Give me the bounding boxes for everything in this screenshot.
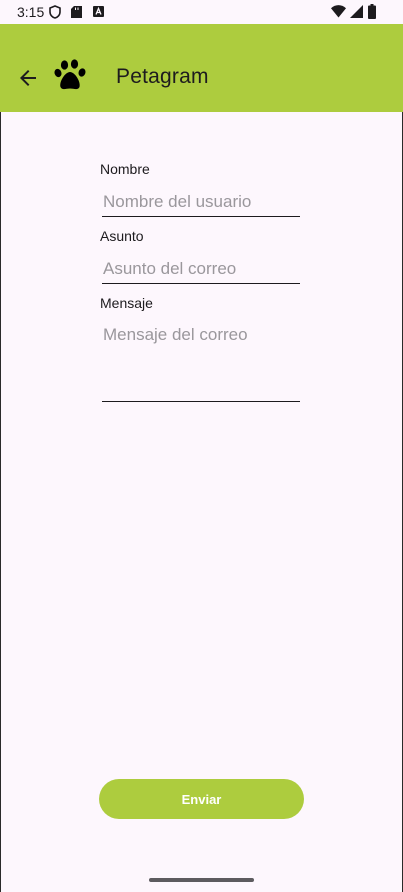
send-button[interactable]: Enviar xyxy=(99,779,304,819)
battery-icon xyxy=(368,4,376,19)
gesture-nav-handle[interactable] xyxy=(149,878,254,882)
arrow-back-icon[interactable] xyxy=(16,66,40,90)
keyboard-icon xyxy=(93,6,104,17)
message-label: Mensaje xyxy=(100,295,153,311)
subject-label: Asunto xyxy=(100,228,144,244)
app-bar: Petagram xyxy=(0,24,403,112)
message-textarea[interactable] xyxy=(102,318,300,402)
name-input[interactable] xyxy=(102,188,300,217)
wifi-icon xyxy=(331,5,346,18)
sd-card-icon xyxy=(71,6,82,18)
status-bar: 3:15 xyxy=(0,0,403,24)
shield-icon xyxy=(49,5,61,19)
paw-icon xyxy=(54,59,86,90)
subject-input[interactable] xyxy=(102,255,300,284)
cell-signal-icon xyxy=(350,5,363,18)
app-title: Petagram xyxy=(116,65,209,88)
name-label: Nombre xyxy=(100,161,150,177)
status-time: 3:15 xyxy=(17,4,45,20)
screen-left-edge xyxy=(0,0,1,892)
